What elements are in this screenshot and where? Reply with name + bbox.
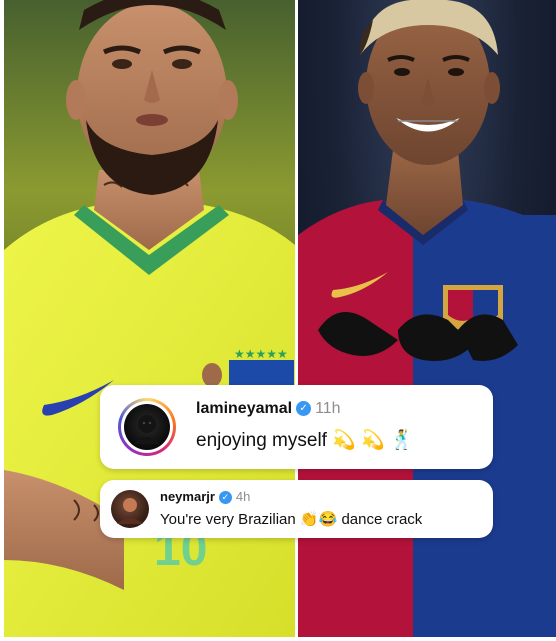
avatar-frame [121,401,173,453]
comment-body: enjoying myself 💫 💫 🕺 [196,428,414,454]
comment-text: enjoying myself [196,430,327,451]
panel-divider [295,0,298,641]
lamine-photo [298,0,556,637]
comment-username[interactable]: lamineyamal [196,400,292,417]
verified-badge-icon: ✓ [296,401,312,417]
clapping-hands-emoji-icon: 👏 [299,511,319,528]
avatar-icon [134,415,160,444]
reply-body: You're very Brazilian 👏😂 dance crack [160,510,422,530]
reply-text-after: dance crack [341,511,423,528]
laughing-emoji-icon: 😂 [318,511,338,528]
comment-card[interactable]: lamineyamal ✓ 11h enjoying myself 💫 💫 🕺 [100,385,493,469]
reply-username[interactable]: neymarjr [160,489,215,504]
reply-avatar[interactable] [111,490,149,528]
dizzy-emoji-icon: 💫 [332,430,356,451]
svg-text:★★★★★: ★★★★★ [234,347,288,361]
reply-time: 4h [235,489,251,504]
lamine-illustration [298,0,556,637]
neymar-illustration: ★★★★★ 10 [4,0,295,637]
post-image: ★★★★★ 10 lamineyamal ✓ 11h enjoying myse… [0,0,556,641]
story-ring[interactable] [118,398,176,456]
comment-header: lamineyamal ✓ 11h [196,399,341,419]
neymar-photo: ★★★★★ 10 [4,0,295,637]
avatar[interactable] [124,404,170,450]
verified-badge-icon: ✓ [218,491,232,505]
comment-time: 11h [315,400,341,417]
dizzy-emoji-icon: 💫 [361,430,385,451]
reply-header: neymarjr ✓ 4h [160,488,250,506]
dancing-man-emoji-icon: 🕺 [390,430,414,451]
reply-text: You're very Brazilian [160,511,296,528]
reply-avatar-icon [117,498,143,524]
reply-card[interactable]: neymarjr ✓ 4h You're very Brazilian 👏😂 dan… [100,480,493,538]
